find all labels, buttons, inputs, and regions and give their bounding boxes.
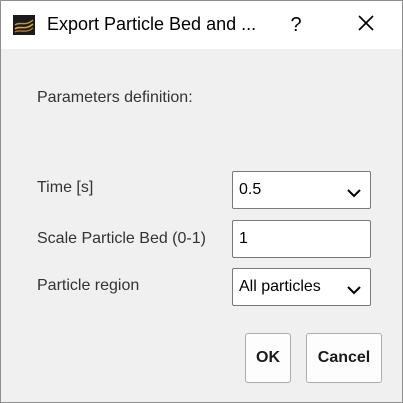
chevron-down-icon (347, 282, 361, 295)
close-button[interactable] (343, 1, 389, 49)
parameters-definition-heading: Parameters definition: (37, 89, 193, 106)
scale-particle-bed-input[interactable]: 1 (232, 220, 371, 258)
particle-region-label: Particle region (37, 277, 140, 294)
chevron-down-icon (347, 185, 361, 198)
particle-region-select[interactable]: All particles (232, 268, 371, 306)
window-title: Export Particle Bed and ... (47, 14, 257, 34)
particle-bed-app-icon (13, 15, 35, 35)
particle-region-select-value: All particles (239, 278, 321, 295)
cancel-button[interactable]: Cancel (306, 333, 382, 383)
close-icon (357, 14, 375, 37)
scale-particle-bed-label: Scale Particle Bed (0-1) (37, 230, 206, 247)
help-button[interactable]: ? (273, 1, 319, 49)
title-bar[interactable]: Export Particle Bed and ... ? (1, 1, 402, 49)
time-select-value: 0.5 (239, 181, 262, 198)
time-label: Time [s] (37, 179, 94, 196)
export-particle-bed-dialog: Export Particle Bed and ... ? Parameters… (0, 0, 403, 403)
time-select[interactable]: 0.5 (232, 171, 371, 209)
ok-button[interactable]: OK (245, 333, 291, 383)
